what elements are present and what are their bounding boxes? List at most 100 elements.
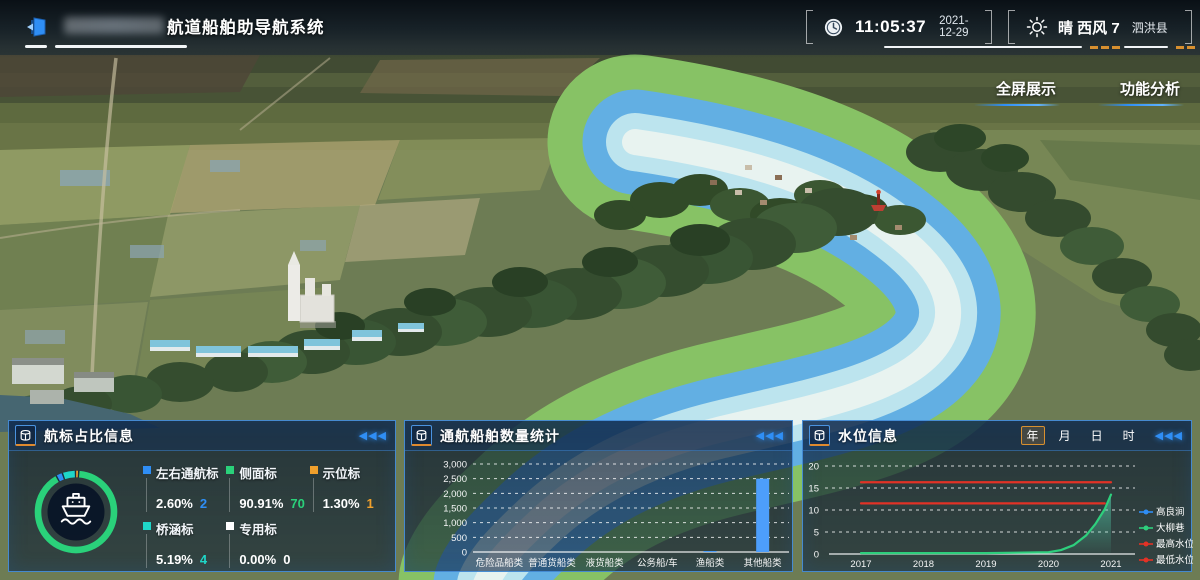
- legend-values: 2.60% 2: [156, 496, 226, 511]
- x-axis-tick-label: 2021: [1100, 559, 1121, 570]
- top-header-bar: 航道船舶助导航系统 11:05:37 2021-12-29: [0, 0, 1200, 58]
- legend-count: 2: [200, 496, 207, 511]
- y-axis-tick-label: 10: [808, 506, 819, 517]
- water-panel-title: 水位信息: [838, 426, 898, 446]
- fullscreen-button[interactable]: 全屏展示: [996, 78, 1056, 106]
- beacon-panel: 航标占比信息 ◀◀◀ 左右通航标 2.60% 2 侧面标 90.91% 70 示位标 1.30…: [8, 420, 396, 572]
- legend-swatch-icon: [310, 466, 318, 474]
- legend-label: 最高水位: [1156, 538, 1193, 550]
- legend-dot-icon: [1144, 526, 1149, 531]
- legend-percent: 1.30%: [323, 496, 360, 511]
- y-axis-tick-label: 3,000: [443, 460, 467, 471]
- ships-panel-title: 通航船舶数量统计: [440, 426, 560, 446]
- water-period-tabs: 年月日时: [1017, 426, 1145, 445]
- x-axis-tick-label: 2020: [1038, 559, 1059, 570]
- water-level-line-chart: 0510152020172018201920202021高良涧大柳巷最高水位最低…: [803, 451, 1193, 573]
- weather-location: 泗洪县: [1132, 19, 1168, 36]
- water-tab-日[interactable]: 日: [1085, 426, 1109, 445]
- ships-panel-header: 通航船舶数量统计 ◀◀◀: [405, 421, 792, 451]
- legend-label: 大柳巷: [1156, 522, 1185, 534]
- orange-dashes-icon: [1090, 46, 1120, 49]
- panel-drum-icon: [411, 425, 432, 446]
- bracket-right-icon: [984, 10, 992, 44]
- weather-group: 晴 西风 7 泗洪县: [1008, 9, 1192, 45]
- legend-label: 最低水位: [1156, 554, 1193, 566]
- weather-summary: 晴 西风 7: [1058, 17, 1120, 38]
- y-axis-tick-label: 2,500: [443, 474, 467, 485]
- bar[interactable]: [704, 551, 717, 552]
- y-axis-tick-label: 20: [808, 462, 819, 473]
- bracket-right-icon: [1184, 10, 1192, 44]
- legend-label: 高良涧: [1156, 506, 1185, 518]
- x-axis-category-label: 公务船/车: [637, 557, 678, 569]
- y-axis-tick-label: 500: [451, 533, 467, 544]
- x-axis-category-label: 危险品船类: [476, 557, 524, 569]
- orange-dashes-icon: [1176, 46, 1195, 49]
- legend-swatch-icon: [143, 522, 151, 530]
- beacon-panel-title: 航标占比信息: [44, 426, 134, 446]
- x-axis-tick-label: 2017: [850, 559, 871, 570]
- collapse-chevrons-icon[interactable]: ◀◀◀: [1155, 429, 1183, 442]
- x-axis-tick-label: 2018: [913, 559, 934, 570]
- legend-count: 1: [367, 496, 374, 511]
- legend-label: 桥涵标: [156, 523, 194, 537]
- sun-icon: [1026, 16, 1048, 38]
- beacon-legend-item: 示位标 1.30% 1: [310, 463, 393, 515]
- legend-dot-icon: [1144, 510, 1149, 515]
- bracket-left-icon: [1008, 10, 1016, 44]
- clock-group: 11:05:37 2021-12-29: [806, 9, 992, 45]
- water-tab-时[interactable]: 时: [1117, 426, 1141, 445]
- legend-percent: 0.00%: [239, 552, 276, 567]
- beacon-legend-item: 侧面标 90.91% 70: [226, 463, 309, 515]
- clock-icon: [824, 18, 843, 37]
- legend-label: 侧面标: [239, 467, 277, 481]
- legend-count: 70: [290, 496, 304, 511]
- header-underline-long: [55, 45, 187, 48]
- header-underline-short: [25, 45, 47, 48]
- current-time: 11:05:37: [855, 17, 926, 37]
- x-axis-category-label: 普通货船类: [528, 557, 576, 569]
- legend-percent: 90.91%: [239, 496, 283, 511]
- x-axis-category-label: 其他船类: [744, 557, 783, 569]
- y-axis-tick-label: 0: [462, 548, 467, 559]
- legend-values: 1.30% 1: [323, 496, 393, 511]
- legend-values: 0.00%0: [239, 552, 309, 567]
- water-tab-年[interactable]: 年: [1021, 426, 1045, 445]
- ship-count-bar-chart: 05001,0001,5002,0002,5003,000危险品船类普通货船类液…: [405, 451, 794, 573]
- beacon-legend-item: 桥涵标5.19%4: [143, 519, 226, 571]
- legend-count: 4: [200, 552, 207, 567]
- legend-percent: 2.60%: [156, 496, 193, 511]
- beacon-legend-item: 专用标 0.00%0: [226, 519, 309, 571]
- ships-panel: 通航船舶数量统计 ◀◀◀ 05001,0001,5002,0002,5003,0…: [404, 420, 793, 572]
- redacted-logo: [64, 17, 164, 34]
- bracket-left-icon: [806, 10, 814, 44]
- water-panel: 水位信息 年月日时 ◀◀◀ 05101520201720182019202020…: [802, 420, 1192, 572]
- legend-label: 示位标: [323, 467, 361, 481]
- y-axis-tick-label: 1,000: [443, 518, 467, 529]
- bar[interactable]: [756, 479, 769, 552]
- panel-drum-icon: [809, 425, 830, 446]
- beacon-donut-gauge: [19, 455, 133, 569]
- legend-swatch-icon: [226, 522, 234, 530]
- y-axis-tick-label: 2,000: [443, 489, 467, 500]
- beacon-panel-body: 左右通航标 2.60% 2 侧面标 90.91% 70 示位标 1.30% 1 桥涵标5.19%4…: [9, 451, 395, 573]
- panel-drum-icon: [15, 425, 36, 446]
- app-title: 航道船舶助导航系统: [167, 14, 325, 38]
- water-panel-header: 水位信息 年月日时 ◀◀◀: [803, 421, 1191, 451]
- legend-label: 专用标: [239, 523, 277, 537]
- water-tab-月[interactable]: 月: [1053, 426, 1077, 445]
- y-axis-tick-label: 0: [814, 550, 819, 561]
- legend-swatch-icon: [226, 466, 234, 474]
- analysis-button[interactable]: 功能分析: [1120, 78, 1180, 106]
- legend-label: 左右通航标: [156, 467, 219, 481]
- header-underline-right1: [884, 46, 1082, 48]
- beacon-panel-header: 航标占比信息 ◀◀◀: [9, 421, 395, 451]
- collapse-chevrons-icon[interactable]: ◀◀◀: [359, 429, 387, 442]
- beacon-legend-item: 左右通航标 2.60% 2: [143, 463, 226, 515]
- exit-icon[interactable]: [26, 15, 48, 39]
- legend-swatch-icon: [143, 466, 151, 474]
- x-axis-category-label: 液货船类: [586, 557, 625, 569]
- header-underline-right2: [1124, 46, 1168, 48]
- app-root: 航道船舶助导航系统 11:05:37 2021-12-29: [0, 0, 1200, 580]
- collapse-chevrons-icon[interactable]: ◀◀◀: [756, 429, 784, 442]
